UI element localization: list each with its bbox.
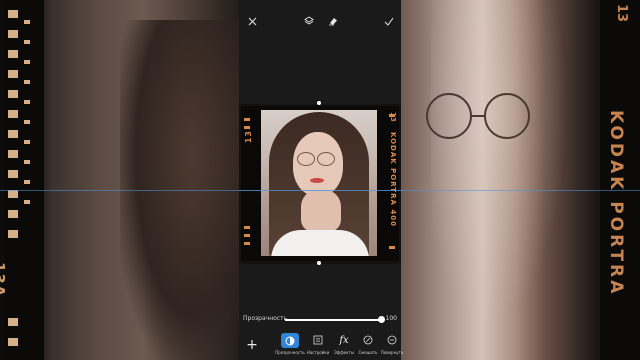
adjust-icon bbox=[312, 334, 324, 346]
tool-label: Повернуть bbox=[380, 350, 404, 355]
bottom-toolbar: + Прозрачность Настройки fx Эффекты Смеш… bbox=[239, 332, 403, 360]
film-edge-mark bbox=[244, 126, 250, 129]
layers-icon bbox=[304, 16, 314, 25]
opacity-icon bbox=[281, 333, 299, 348]
tool-adjust[interactable]: Настройки bbox=[305, 334, 331, 360]
tool-effects[interactable]: fx Эффекты bbox=[331, 334, 357, 360]
photo-hand bbox=[301, 190, 341, 232]
background-right-blur: 13 KODAK PORTRA bbox=[401, 0, 640, 360]
film-edge-mark bbox=[244, 226, 250, 229]
opacity-value: 100 bbox=[385, 315, 397, 322]
photo-shirt bbox=[271, 230, 369, 256]
photo-glasses-right bbox=[317, 152, 335, 166]
photo-lips bbox=[310, 178, 324, 183]
close-button[interactable] bbox=[241, 10, 263, 32]
film-edge-mark bbox=[244, 118, 250, 121]
check-icon bbox=[384, 17, 394, 26]
resize-handle-top[interactable] bbox=[317, 101, 321, 105]
resize-handle-bottom[interactable] bbox=[317, 261, 321, 265]
editor-panel: 13 13 KODAK PORTRA 400 Прозрачность 100 … bbox=[239, 0, 403, 360]
opacity-slider[interactable] bbox=[285, 316, 385, 323]
opacity-label: Прозрачность bbox=[243, 315, 288, 322]
tool-opacity[interactable]: Прозрачность bbox=[275, 333, 305, 360]
horizontal-guide-line bbox=[239, 190, 401, 191]
background-glasses-shape bbox=[426, 93, 530, 139]
film-edge-mark bbox=[389, 246, 395, 249]
tool-blend[interactable]: Смешать bbox=[355, 334, 381, 360]
background-film-strip-left bbox=[4, 0, 44, 360]
rotate-icon bbox=[386, 334, 398, 346]
tool-label: Прозрачность bbox=[275, 350, 305, 355]
eraser-icon bbox=[329, 18, 337, 26]
tool-rotate[interactable]: Повернуть bbox=[379, 334, 405, 360]
eraser-button[interactable] bbox=[322, 10, 344, 32]
fx-icon: fx bbox=[339, 334, 349, 346]
layers-button[interactable] bbox=[298, 10, 320, 32]
add-button[interactable]: + bbox=[243, 336, 261, 354]
top-toolbar bbox=[239, 10, 401, 32]
background-film-left-text: 13A bbox=[0, 262, 8, 298]
film-right-number: 13 bbox=[389, 112, 397, 122]
film-left-label: 13 bbox=[244, 130, 253, 144]
background-film-right-text: KODAK PORTRA bbox=[606, 110, 626, 297]
background-face-glow bbox=[431, 0, 581, 360]
opacity-slider-thumb[interactable] bbox=[378, 316, 385, 323]
photo-glasses-left bbox=[297, 152, 315, 166]
film-right-label: KODAK PORTRA 400 bbox=[389, 132, 397, 227]
portrait-photo bbox=[261, 110, 377, 256]
film-edge-mark bbox=[244, 234, 250, 237]
background-film-right-number: 13 bbox=[614, 4, 629, 23]
close-icon bbox=[248, 17, 256, 25]
opacity-slider-fill bbox=[285, 319, 381, 321]
film-edge-mark bbox=[244, 242, 250, 245]
opacity-slider-row: Прозрачность 100 bbox=[239, 313, 401, 327]
background-left-blur: 13A bbox=[0, 0, 239, 360]
blend-icon bbox=[362, 334, 374, 346]
apply-button[interactable] bbox=[378, 10, 400, 32]
